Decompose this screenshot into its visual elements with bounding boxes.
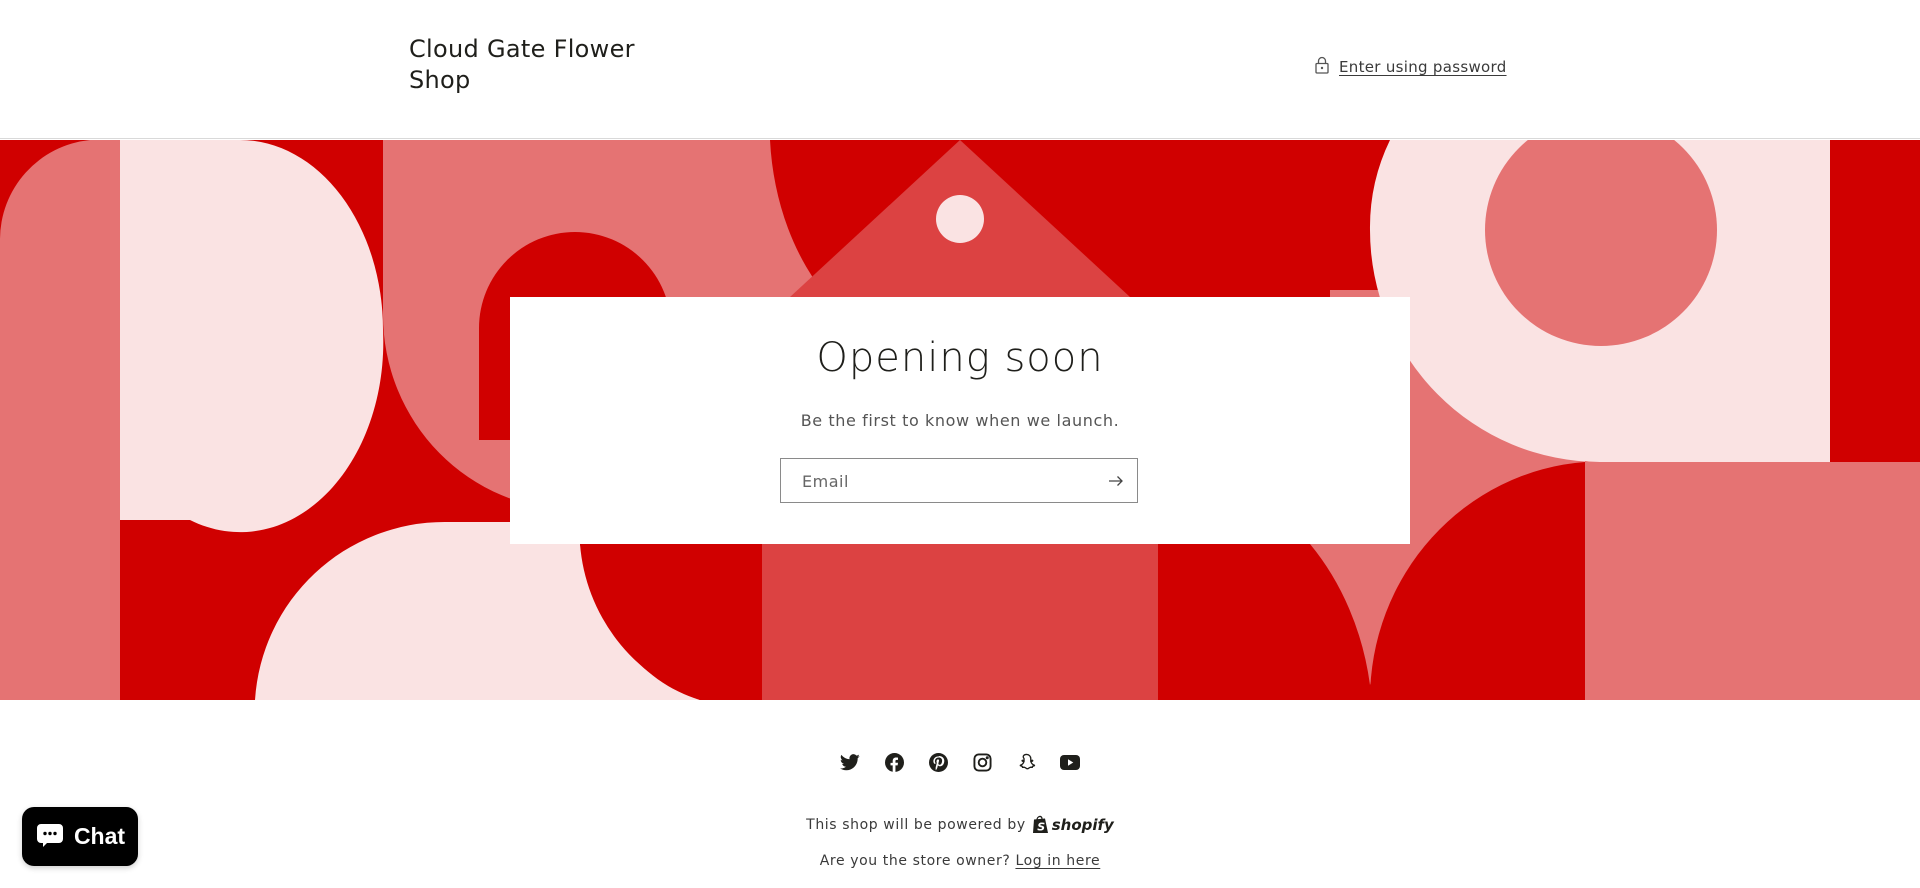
lock-icon (1315, 56, 1329, 78)
banner-red-strip-right (1830, 140, 1920, 462)
snapchat-icon (1019, 753, 1035, 769)
twitter-link[interactable] (840, 752, 860, 772)
chat-button[interactable]: Chat (22, 807, 138, 866)
powered-by-text: This shop will be powered by (806, 816, 1026, 833)
email-input[interactable] (800, 459, 1104, 504)
page-title: Opening soon (816, 335, 1104, 381)
hero-banner: Opening soon Be the first to know when w… (0, 140, 1920, 700)
youtube-icon (1060, 754, 1080, 770)
social-links (0, 752, 1920, 772)
login-link[interactable]: Log in here (1015, 853, 1100, 869)
newsletter-card: Opening soon Be the first to know when w… (510, 297, 1410, 544)
newsletter-subtitle: Be the first to know when we launch. (800, 411, 1120, 430)
pinterest-icon (928, 752, 948, 772)
banner-tomato-rect (762, 544, 1158, 700)
svg-text:S: S (1037, 821, 1045, 834)
shopify-link[interactable]: S shopify (1032, 815, 1114, 834)
facebook-icon (884, 752, 904, 772)
chat-bubble-icon (35, 820, 65, 854)
powered-by: This shop will be powered by S shopify (0, 815, 1920, 834)
pinterest-link[interactable] (928, 752, 948, 772)
instagram-icon (972, 752, 992, 772)
banner-left-column (0, 140, 120, 700)
enter-password-link[interactable]: Enter using password (1315, 56, 1507, 78)
enter-password-label: Enter using password (1339, 58, 1507, 76)
snapchat-link[interactable] (1016, 752, 1036, 772)
email-field (780, 458, 1138, 504)
instagram-link[interactable] (972, 752, 992, 772)
shop-name: Cloud Gate Flower Shop (409, 35, 635, 94)
banner-tag-hole (936, 195, 984, 243)
banner-coral-block-right (1585, 462, 1920, 700)
shopify-wordmark: shopify (1051, 815, 1114, 834)
subscribe-button[interactable] (1101, 466, 1131, 496)
shopify-bag-icon: S (1032, 815, 1048, 834)
twitter-icon (840, 753, 860, 770)
store-owner-prompt: Are you the store owner? Log in here (0, 853, 1920, 869)
facebook-link[interactable] (884, 752, 904, 772)
arrow-right-icon (1108, 475, 1124, 487)
site-header: Cloud Gate Flower Shop Enter using passw… (0, 0, 1920, 139)
youtube-link[interactable] (1060, 752, 1080, 772)
chat-label: Chat (73, 823, 126, 849)
owner-question: Are you the store owner? (819, 853, 1011, 869)
